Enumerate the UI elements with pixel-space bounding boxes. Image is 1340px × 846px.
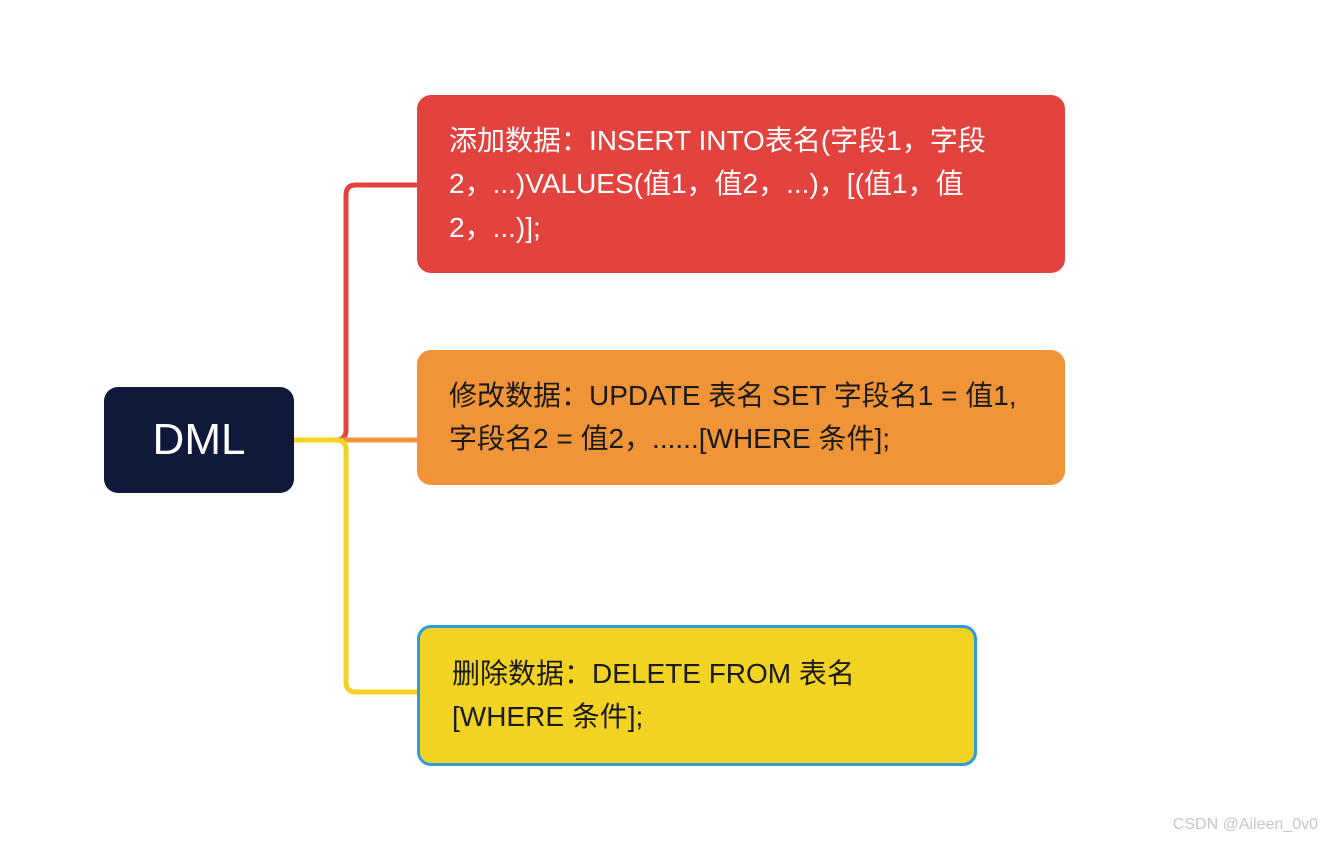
child-node-delete: 删除数据：DELETE FROM 表名 [WHERE 条件]; bbox=[417, 625, 977, 766]
child-text-insert: 添加数据：INSERT INTO表名(字段1，字段2，...)VALUES(值1… bbox=[449, 125, 986, 243]
child-node-update: 修改数据：UPDATE 表名 SET 字段名1 = 值1,字段名2 = 值2，.… bbox=[417, 350, 1065, 485]
child-text-delete: 删除数据：DELETE FROM 表名 [WHERE 条件]; bbox=[452, 658, 855, 732]
child-node-insert: 添加数据：INSERT INTO表名(字段1，字段2，...)VALUES(值1… bbox=[417, 95, 1065, 273]
diagram-canvas: DML 添加数据：INSERT INTO表名(字段1，字段2，...)VALUE… bbox=[0, 0, 1340, 846]
root-node-dml: DML bbox=[104, 387, 294, 493]
child-text-update: 修改数据：UPDATE 表名 SET 字段名1 = 值1,字段名2 = 值2，.… bbox=[449, 380, 1017, 454]
watermark-text: CSDN @Aileen_0v0 bbox=[1173, 816, 1318, 834]
root-label: DML bbox=[153, 415, 246, 465]
